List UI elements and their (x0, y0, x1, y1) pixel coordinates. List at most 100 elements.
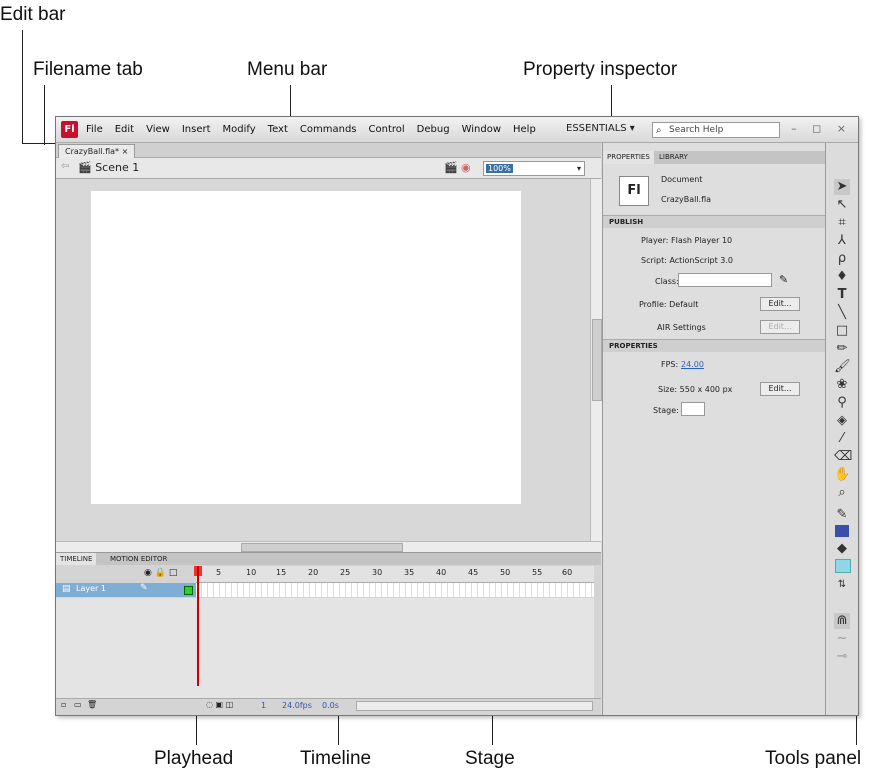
zoom-value: 100% (486, 164, 513, 173)
edit-scene-icon[interactable]: 🎬 (444, 161, 458, 174)
eraser-tool-icon[interactable]: ⌫ (834, 449, 852, 465)
pencil-icon[interactable]: ✎ (779, 273, 788, 286)
layer-row[interactable]: ▤ Layer 1 ✎ (56, 583, 196, 597)
workspace-switcher[interactable]: ESSENTIALS ▾ (566, 123, 635, 134)
tab-library[interactable]: LIBRARY (655, 151, 692, 164)
snap-to-objects-icon[interactable]: ⋒ (834, 613, 850, 629)
straighten-icon[interactable]: ⊸ (834, 649, 850, 665)
fill-color-swatch[interactable] (835, 559, 851, 573)
line-tool-icon[interactable]: ╲ (834, 305, 850, 321)
pen-tool-icon[interactable]: ♦ (834, 269, 850, 285)
rectangle-tool-icon[interactable]: □ (834, 323, 850, 339)
eyedropper-tool-icon[interactable]: ⁄ (834, 431, 850, 447)
new-folder-icon[interactable]: ▭ (74, 700, 82, 709)
frame-number: 20 (308, 568, 319, 577)
profile-edit-button[interactable]: Edit... (760, 297, 800, 311)
menu-edit[interactable]: Edit (115, 124, 134, 135)
player-value: Player: Flash Player 10 (641, 236, 733, 245)
fill-color-icon[interactable]: ◆ (834, 541, 850, 557)
pencil-tool-icon[interactable]: ✏ (834, 341, 850, 357)
delete-layer-icon[interactable]: 🗑 (87, 700, 97, 709)
property-inspector: PROPERTIES LIBRARY Fl Document CrazyBall… (602, 143, 825, 715)
size-value: Size: 550 x 400 px (658, 385, 733, 394)
free-transform-tool-icon[interactable]: ⌗ (834, 215, 850, 231)
timeline-status-bar: ▫ ▭ 🗑 ◌ ▣ ◫ 1 24.0fps 0.0s (56, 698, 601, 713)
callout-stage: Stage (465, 748, 515, 769)
3d-rotation-tool-icon[interactable]: ⅄ (834, 233, 850, 249)
text-tool-icon[interactable]: T (834, 287, 850, 303)
window-controls[interactable]: – ◻ × (791, 122, 852, 135)
stage[interactable] (91, 191, 521, 504)
chevron-down-icon: ▾ (576, 164, 581, 173)
brush-tool-icon[interactable]: 🖌 (834, 359, 851, 375)
smooth-icon[interactable]: ~ (834, 631, 850, 647)
scene-label[interactable]: 🎬 Scene 1 (78, 161, 139, 174)
filename-tab[interactable]: CrazyBall.fla* × (58, 144, 136, 158)
timeline-empty-area (56, 598, 594, 698)
stroke-color-icon[interactable]: ✎ (834, 507, 850, 523)
layer-icon: ▤ (62, 584, 71, 594)
deco-tool-icon[interactable]: ❀ (834, 377, 850, 393)
callout-menu-bar: Menu bar (247, 59, 328, 80)
menu-insert[interactable]: Insert (182, 124, 211, 135)
hand-tool-icon[interactable]: ✋ (834, 467, 850, 483)
elapsed-time: 0.0s (322, 701, 339, 710)
onion-skin-icons[interactable]: ◌ ▣ ◫ (206, 700, 233, 709)
tab-properties[interactable]: PROPERTIES (603, 151, 654, 164)
size-edit-button[interactable]: Edit... (760, 382, 800, 396)
stroke-color-swatch[interactable] (835, 525, 849, 537)
new-layer-icon[interactable]: ▫ (61, 700, 66, 709)
callout-timeline: Timeline (300, 748, 372, 769)
tab-motion-editor[interactable]: MOTION EDITOR (106, 553, 171, 565)
lasso-tool-icon[interactable]: ρ (834, 251, 850, 267)
layer-frames[interactable] (196, 583, 594, 597)
vertical-scroll-thumb[interactable] (592, 319, 602, 401)
layer-name[interactable]: Layer 1 (76, 584, 106, 593)
properties-section-header[interactable]: PROPERTIES (603, 339, 825, 352)
frame-number: 35 (404, 568, 415, 577)
horizontal-scroll-thumb[interactable] (241, 543, 403, 552)
vertical-scrollbar[interactable] (590, 179, 602, 541)
back-arrow-icon[interactable]: ⇦ (61, 161, 69, 172)
publish-section-header[interactable]: PUBLISH (603, 215, 825, 228)
tab-timeline[interactable]: TIMELINE (56, 553, 97, 565)
search-placeholder: Search Help (669, 125, 724, 135)
pencil-icon: ✎ (140, 583, 148, 593)
playhead[interactable] (197, 566, 199, 686)
frame-ruler[interactable]: 5 10 15 20 25 30 35 40 45 50 55 60 (196, 566, 594, 583)
selection-tool-icon[interactable]: ➤ (834, 179, 850, 195)
menu-view[interactable]: View (146, 124, 170, 135)
menu-debug[interactable]: Debug (417, 124, 450, 135)
frame-number: 10 (246, 568, 257, 577)
fps-value[interactable]: 24.00 (681, 360, 704, 369)
frame-number: 55 (532, 568, 543, 577)
lock-icon[interactable]: 🔒 (155, 568, 166, 578)
menu-commands[interactable]: Commands (300, 124, 357, 135)
subselection-tool-icon[interactable]: ↖ (834, 197, 850, 213)
frame-number: 45 (468, 568, 479, 577)
menu-modify[interactable]: Modify (223, 124, 256, 135)
menu-help[interactable]: Help (513, 124, 536, 135)
edit-symbols-icon[interactable]: ◉ (461, 161, 471, 174)
paint-bucket-tool-icon[interactable]: ◈ (834, 413, 850, 429)
callout-property-inspector: Property inspector (523, 59, 678, 80)
bone-tool-icon[interactable]: ⚲ (834, 395, 850, 411)
menu-file[interactable]: File (86, 124, 103, 135)
search-help-input[interactable]: ⌕ Search Help (652, 122, 780, 138)
layer-color-swatch[interactable] (184, 586, 193, 595)
zoom-select[interactable]: 100% ▾ (483, 161, 585, 176)
outline-icon[interactable]: □ (169, 568, 178, 578)
menu-control[interactable]: Control (369, 124, 405, 135)
horizontal-scrollbar[interactable] (56, 541, 601, 552)
eye-icon[interactable]: ◉ (144, 568, 152, 578)
zoom-tool-icon[interactable]: ⌕ (834, 485, 850, 501)
doc-type: Document (661, 175, 703, 184)
class-field[interactable] (678, 273, 772, 287)
menu-window[interactable]: Window (462, 124, 501, 135)
stage-color-swatch[interactable] (681, 402, 705, 416)
class-label: Class: (655, 277, 679, 286)
swap-colors-icon[interactable]: ⇅ (834, 577, 850, 593)
search-icon: ⌕ (656, 125, 662, 136)
menu-text[interactable]: Text (268, 124, 288, 135)
timeline-hscroll[interactable] (356, 701, 593, 711)
